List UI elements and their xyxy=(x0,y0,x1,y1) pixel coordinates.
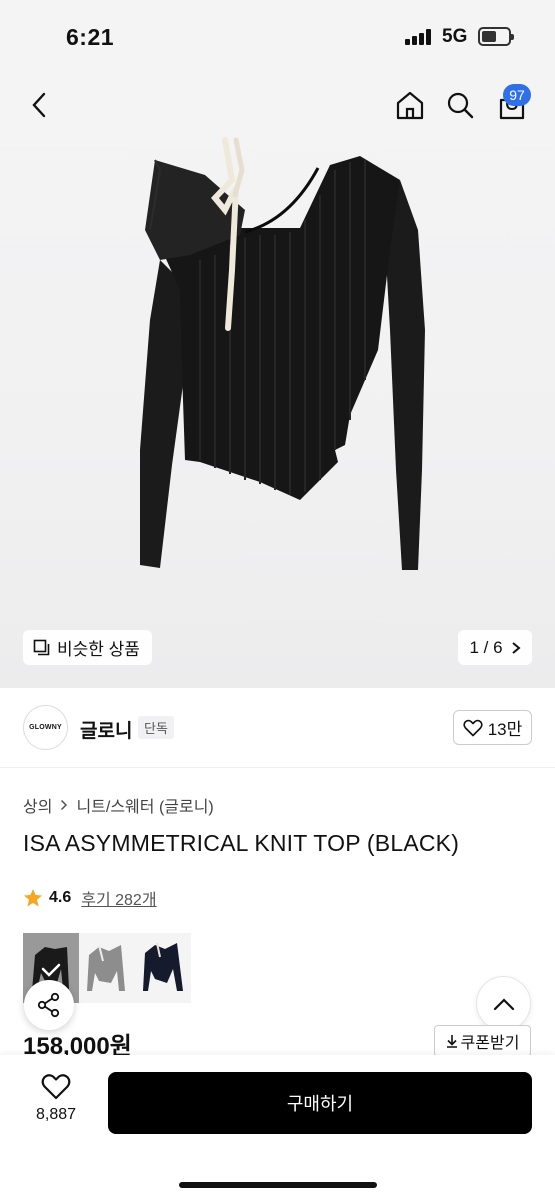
brand-logo[interactable]: GLOWNY xyxy=(23,705,68,750)
brand-name[interactable]: 글로니 xyxy=(80,716,132,743)
exclusive-badge: 단독 xyxy=(138,716,174,739)
home-button[interactable] xyxy=(393,88,427,122)
image-counter-text: 1 / 6 xyxy=(469,637,503,657)
cart-count-badge: 97 xyxy=(503,84,531,106)
scroll-to-top-button[interactable] xyxy=(476,976,531,1031)
heart-icon xyxy=(41,1074,71,1100)
share-button[interactable] xyxy=(24,980,74,1030)
battery-icon xyxy=(478,27,514,46)
home-icon xyxy=(396,91,424,120)
search-icon xyxy=(447,92,474,119)
rating-score: 4.6 xyxy=(49,889,72,906)
share-icon xyxy=(37,992,60,1018)
brand-like-button[interactable]: 13만 xyxy=(453,710,532,745)
chevron-up-icon xyxy=(493,997,514,1010)
search-button[interactable] xyxy=(443,88,477,122)
brand-row: GLOWNY 글로니 단독 13만 xyxy=(0,688,555,768)
breadcrumb-category[interactable]: 상의 xyxy=(23,793,52,817)
network-type: 5G xyxy=(442,26,468,47)
buy-button[interactable]: 구매하기 xyxy=(108,1072,532,1134)
gray-top-thumbnail xyxy=(87,944,125,991)
breadcrumb: 상의 니트/스웨터 (글로니) xyxy=(23,793,214,817)
coupon-button[interactable]: 쿠폰받기 xyxy=(434,1025,531,1057)
back-button[interactable] xyxy=(23,88,57,122)
heart-icon xyxy=(463,719,483,736)
image-counter[interactable]: 1 / 6 xyxy=(458,630,532,665)
review-count-link[interactable]: 후기 282개 xyxy=(81,886,156,910)
product-image[interactable] xyxy=(0,70,555,688)
color-option-gray[interactable] xyxy=(79,933,135,1003)
signal-icon xyxy=(405,29,435,45)
home-indicator xyxy=(179,1182,377,1188)
chevron-right-icon xyxy=(61,799,68,811)
chevron-right-icon xyxy=(511,641,521,654)
product-title: ISA ASYMMETRICAL KNIT TOP (BLACK) xyxy=(23,830,460,856)
similar-icon xyxy=(33,639,50,655)
color-option-navy[interactable] xyxy=(135,933,191,1003)
brand-like-count: 13만 xyxy=(487,720,523,739)
rating[interactable]: 4.6 후기 282개 xyxy=(23,886,157,910)
similar-label: 비슷한 상품 xyxy=(57,640,140,659)
coupon-label: 쿠폰받기 xyxy=(460,1035,520,1052)
status-time: 6:21 xyxy=(66,24,115,50)
purchase-bar: 8,887 구매하기 xyxy=(0,1055,555,1200)
navy-top-thumbnail xyxy=(143,942,183,991)
similar-products-button[interactable]: 비슷한 상품 xyxy=(23,630,152,665)
wishlist-count: 8,887 xyxy=(35,1106,77,1123)
star-icon xyxy=(24,889,42,907)
status-bar: 6:21 5G xyxy=(0,0,555,70)
wishlist-button[interactable]: 8,887 xyxy=(26,1073,86,1124)
download-icon xyxy=(446,1035,457,1048)
product-photo xyxy=(140,137,425,570)
breadcrumb-subcategory[interactable]: 니트/스웨터 (글로니) xyxy=(76,793,213,817)
chevron-left-icon xyxy=(32,92,46,118)
